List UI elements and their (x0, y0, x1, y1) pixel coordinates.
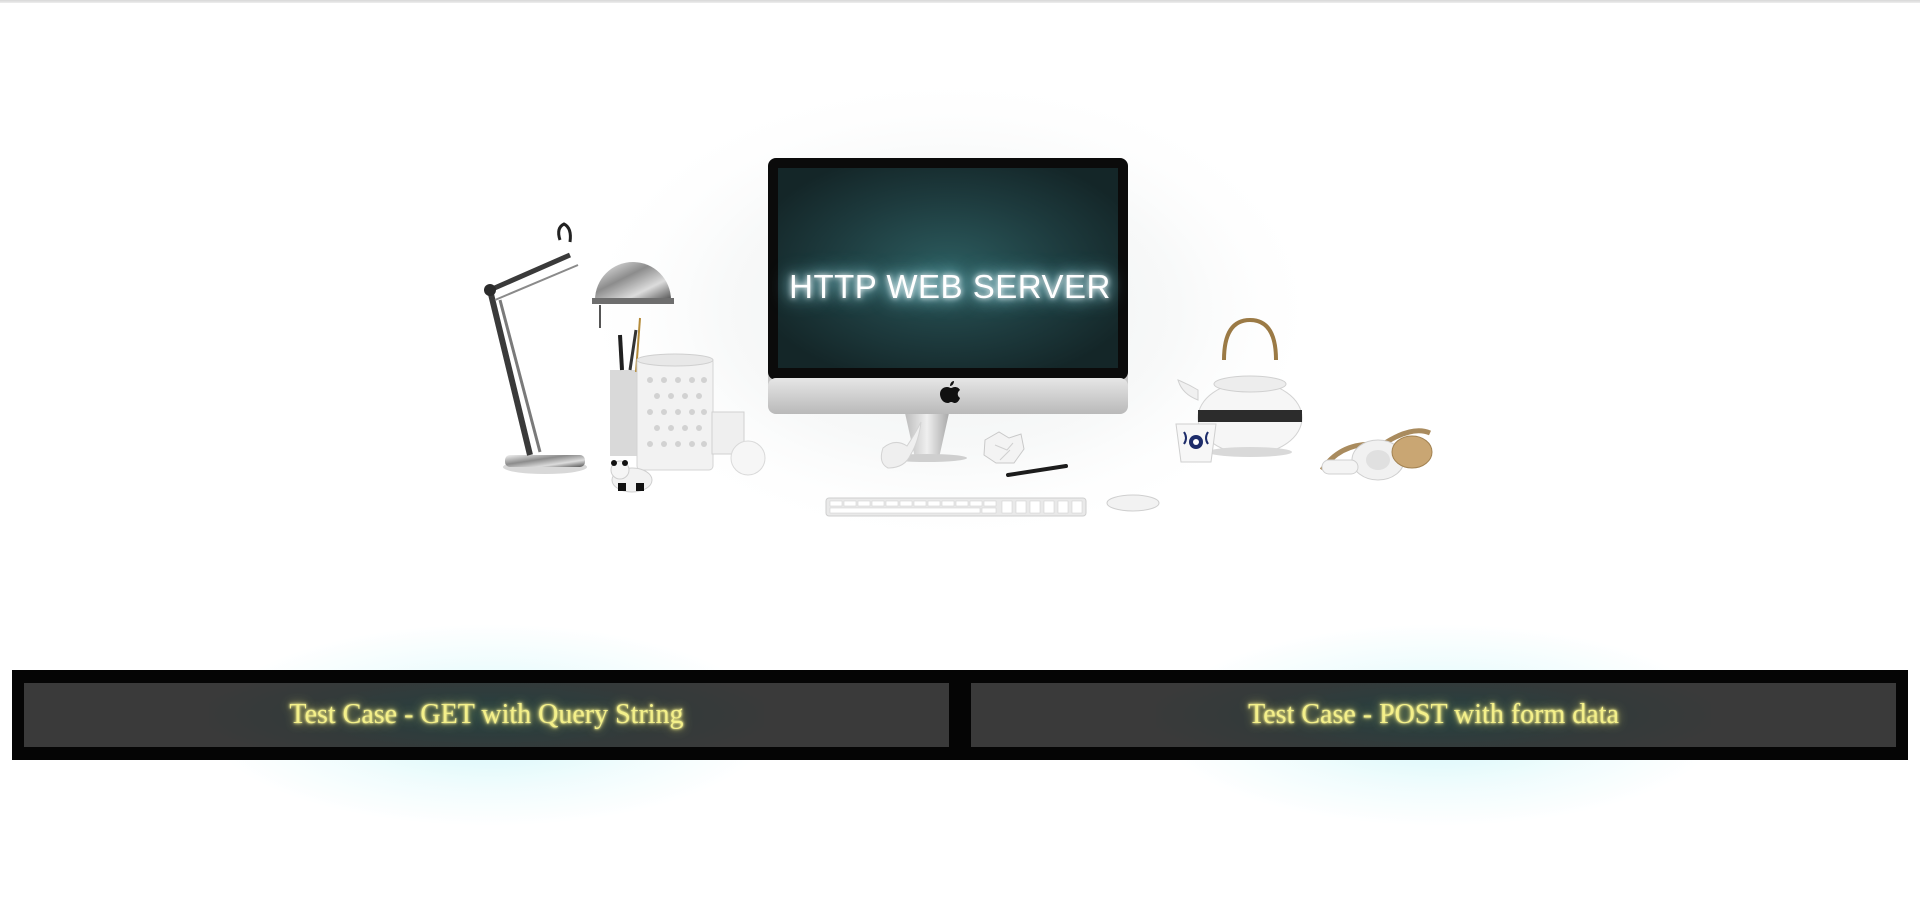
hero-banner: HTTP WEB SERVER (0, 0, 1920, 560)
mouse (1106, 494, 1160, 512)
post-form-data-button[interactable]: Test Case - POST with form data (971, 683, 1896, 747)
screen-title: HTTP WEB SERVER (789, 268, 1111, 305)
test-case-nav: Test Case - GET with Query String Test C… (12, 670, 1908, 760)
get-query-string-button[interactable]: Test Case - GET with Query String (24, 683, 949, 747)
cup (1175, 423, 1217, 463)
keyboard (825, 497, 1087, 517)
headphones (1319, 428, 1433, 481)
post-form-data-label: Test Case - POST with form data (1248, 699, 1619, 730)
get-query-string-label: Test Case - GET with Query String (289, 699, 684, 730)
